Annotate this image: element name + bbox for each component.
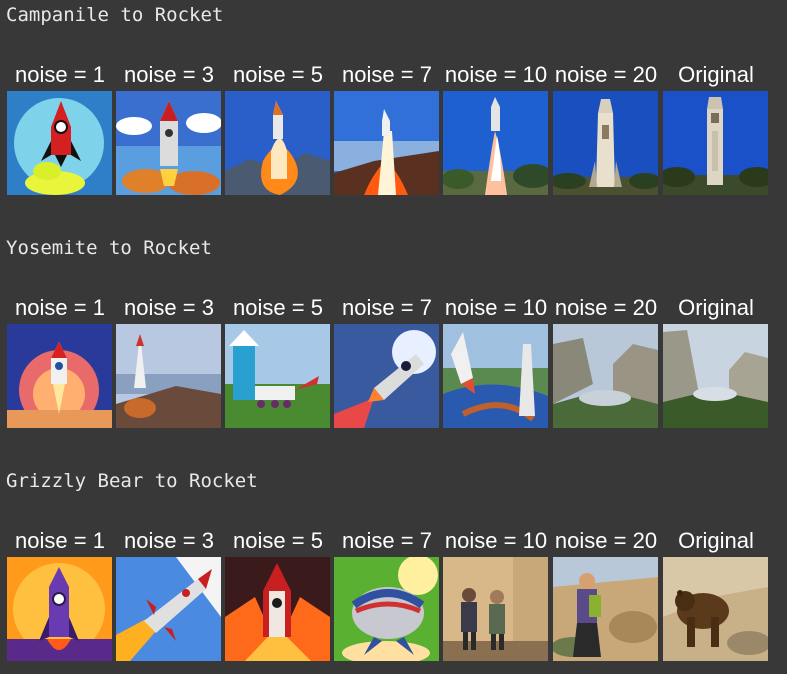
thumbnail-image: [663, 324, 768, 428]
cell-label: Original: [678, 295, 754, 320]
thumbnail-image: [116, 324, 221, 428]
thumbnail-image: [334, 324, 439, 428]
cell-label: noise = 5: [233, 528, 323, 553]
cell-label: noise = 20: [554, 62, 658, 87]
thumbnail-image: [7, 557, 112, 661]
thumbnail-image: [553, 91, 658, 195]
cell-label: noise = 20: [554, 528, 658, 553]
cell-label: noise = 7: [342, 295, 432, 320]
section-title: Grizzly Bear to Rocket: [6, 470, 258, 492]
cell-label: noise = 5: [233, 295, 323, 320]
thumbnail-image: [7, 324, 112, 428]
section-title: Campanile to Rocket: [6, 4, 224, 26]
thumbnail-image: [225, 91, 330, 195]
cell-label: noise = 3: [124, 62, 214, 87]
thumbnail-image: [443, 557, 548, 661]
cell-label: noise = 1: [15, 62, 105, 87]
cell-label: noise = 3: [124, 528, 214, 553]
thumbnail-image: [225, 557, 330, 661]
thumbnail-image: [116, 557, 221, 661]
cell-label: noise = 1: [15, 528, 105, 553]
thumbnail-image: [553, 557, 658, 661]
cell-label: noise = 3: [124, 295, 214, 320]
thumbnail-image: [553, 324, 658, 428]
cell-label: noise = 10: [444, 62, 548, 87]
thumbnail-image: [225, 324, 330, 428]
cell-label: noise = 1: [15, 295, 105, 320]
cell-label: Original: [678, 62, 754, 87]
thumbnail-image: [7, 91, 112, 195]
cell-label: noise = 7: [342, 528, 432, 553]
cell-label: Original: [678, 528, 754, 553]
thumbnail-image: [116, 91, 221, 195]
cell-label: noise = 7: [342, 62, 432, 87]
cell-label: noise = 5: [233, 62, 323, 87]
cell-label: noise = 20: [554, 295, 658, 320]
thumbnail-image: [443, 91, 548, 195]
thumbnail-image: [443, 324, 548, 428]
thumbnail-image: [663, 557, 768, 661]
cell-label: noise = 10: [444, 295, 548, 320]
cell-label: noise = 10: [444, 528, 548, 553]
thumbnail-image: [663, 91, 768, 195]
thumbnail-image: [334, 557, 439, 661]
section-title: Yosemite to Rocket: [6, 237, 212, 259]
thumbnail-image: [334, 91, 439, 195]
